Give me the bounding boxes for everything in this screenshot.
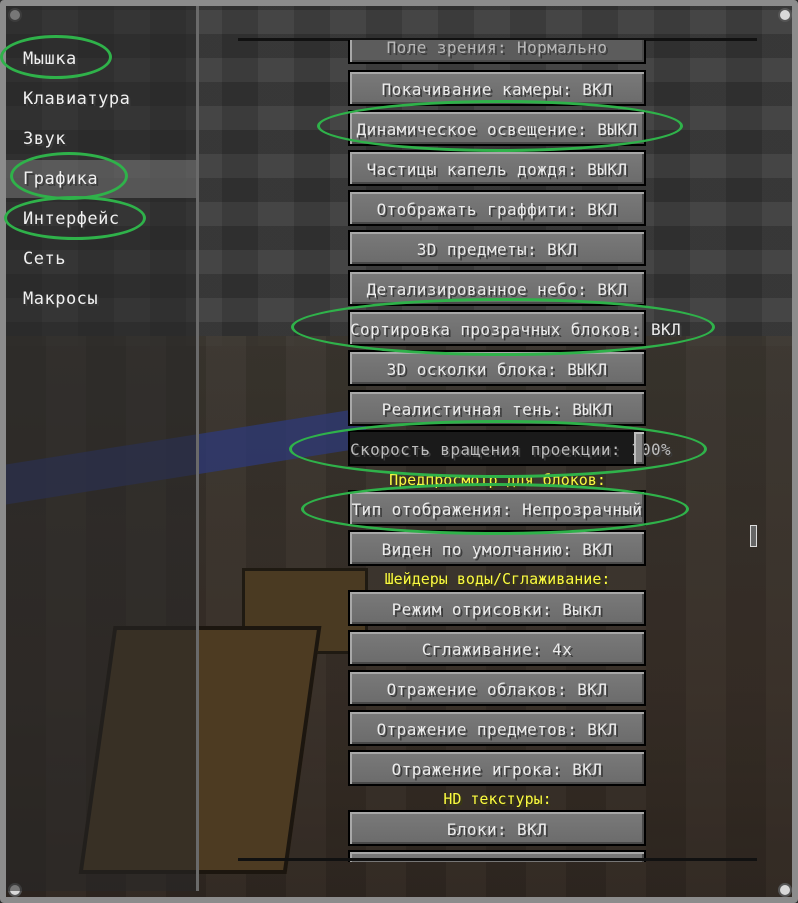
blocks-button[interactable]: Блоки: ВКЛ <box>348 810 646 846</box>
rain-particles-button[interactable]: Частицы капель дождя: ВЫКЛ <box>348 150 646 186</box>
sidebar-item-mouse[interactable]: Мышка <box>6 40 196 78</box>
sidebar-item-keyboard[interactable]: Клавиатура <box>6 80 196 118</box>
projection-speed-label: Скорость вращения проекции: 100% <box>350 440 672 459</box>
display-type-button[interactable]: Тип отображения: Непрозрачный <box>348 490 646 526</box>
view-bobbing-button[interactable]: Покачивание камеры: ВКЛ <box>348 70 646 106</box>
realistic-shadow-button[interactable]: Реалистичная тень: ВЫКЛ <box>348 390 646 426</box>
settings-sidebar: Мышка Клавиатура Звук Графика Интерфейс … <box>6 6 199 891</box>
block-fragments-button[interactable]: 3D осколки блока: ВЫКЛ <box>348 350 646 386</box>
render-mode-button[interactable]: Режим отрисовки: Выкл <box>348 590 646 626</box>
3d-items-button[interactable]: 3D предметы: ВКЛ <box>348 230 646 266</box>
hd-textures-header: HD текстуры: <box>443 790 552 808</box>
scrollbar-handle[interactable] <box>750 525 757 547</box>
slider-knob[interactable] <box>634 432 644 464</box>
window-corner-rivet <box>778 8 792 22</box>
projection-speed-slider[interactable]: Скорость вращения проекции: 100% <box>348 430 671 466</box>
block-preview-header: Предпросмотр для блоков: <box>389 471 606 489</box>
dynamic-lighting-button[interactable]: Динамическое освещение: ВЫКЛ <box>348 110 646 146</box>
cloud-reflection-button[interactable]: Отражение облаков: ВКЛ <box>348 670 646 706</box>
visible-default-button[interactable]: Виден по умолчанию: ВКЛ <box>348 530 646 566</box>
item-reflection-button[interactable]: Отражение предметов: ВКЛ <box>348 710 646 746</box>
sidebar-item-sound[interactable]: Звук <box>6 120 196 158</box>
sidebar-item-macros[interactable]: Макросы <box>6 280 196 318</box>
list-bottom-border <box>238 858 757 861</box>
field-of-view-button[interactable]: Поле зрения: Нормально <box>348 40 646 64</box>
detailed-sky-button[interactable]: Детализированное небо: ВКЛ <box>348 270 646 306</box>
player-reflection-button[interactable]: Отражение игрока: ВКЛ <box>348 750 646 786</box>
window-corner-rivet <box>778 883 792 897</box>
water-shaders-header: Шейдеры воды/Сглаживание: <box>384 570 611 588</box>
sidebar-item-network[interactable]: Сеть <box>6 240 196 278</box>
graphics-options-list[interactable]: Поле зрения: Нормально Покачивание камер… <box>238 40 757 862</box>
sidebar-item-graphics[interactable]: Графика <box>6 160 196 198</box>
sidebar-item-interface[interactable]: Интерфейс <box>6 200 196 238</box>
transparent-sorting-button[interactable]: Сортировка прозрачных блоков: ВКЛ <box>348 310 681 346</box>
antialiasing-button[interactable]: Сглаживание: 4x <box>348 630 646 666</box>
graffiti-button[interactable]: Отображать граффити: ВКЛ <box>348 190 646 226</box>
